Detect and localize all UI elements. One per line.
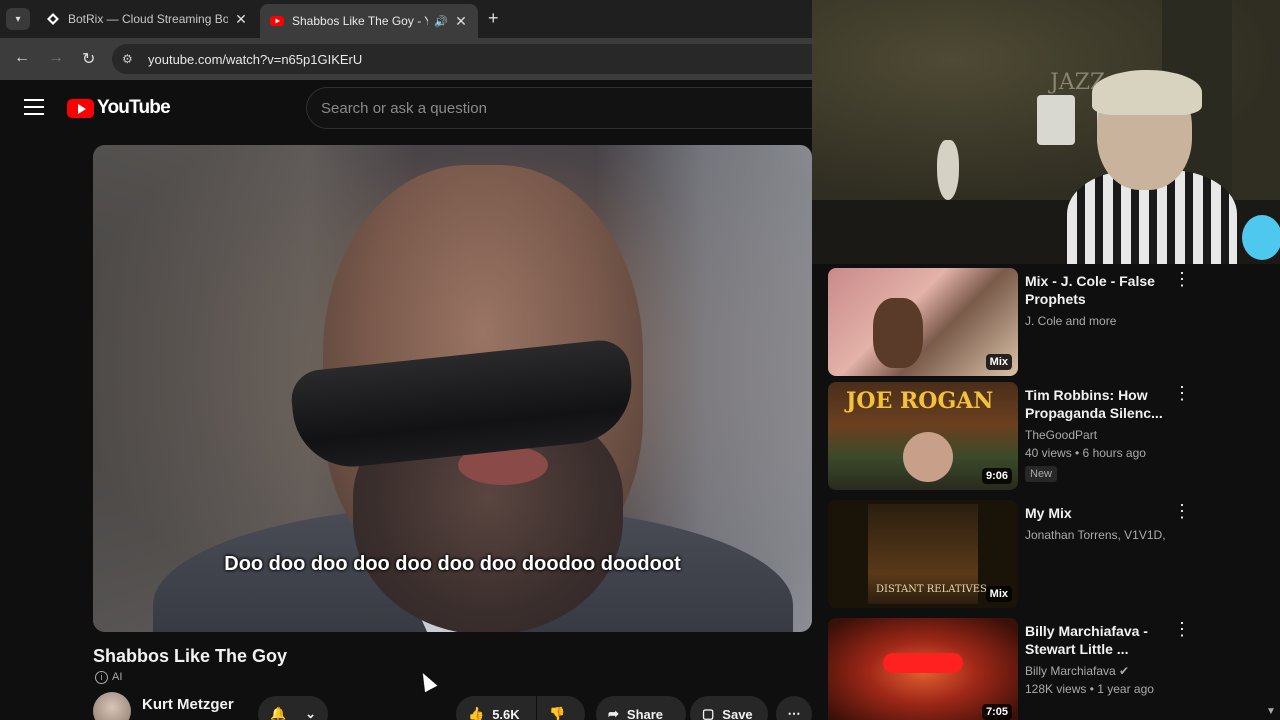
more-actions-button[interactable]: ⋯ [776,696,812,720]
mouse-cursor-icon [416,669,438,693]
video-thumbnail[interactable]: 7:05 [828,618,1018,720]
dislike-button[interactable]: 👎 [537,696,585,720]
video-title[interactable]: Tim Robbins: How Propaganda Silenc... [1025,386,1170,422]
video-title[interactable]: My Mix [1025,504,1170,522]
list-item[interactable]: Mix Mix - J. Cole - False Prophets J. Co… [828,268,1268,378]
bookmark-icon: ▢ [702,706,715,720]
recommendations-list: Mix Mix - J. Cole - False Prophets J. Co… [812,264,1280,720]
logo-text: YouTube [97,97,171,118]
forward-icon[interactable]: → [48,49,64,67]
guitar [937,140,959,200]
more-vert-icon[interactable]: ⋮ [1173,620,1191,638]
video-title: Shabbos Like The Goy [93,646,288,666]
duration-badge: 7:05 [981,704,1012,720]
tab-title: BotRix — Cloud Streaming Bot [68,12,228,26]
new-badge: New [1025,466,1058,482]
address-toolbar: ← → ↻ ⚙ youtube.com/watch?v=n65p1GIKErU [0,38,812,80]
save-button[interactable]: ▢ Save [690,696,768,720]
lamp [1242,215,1280,260]
bell-icon: 🔔 [270,706,287,720]
streamer [1067,40,1237,264]
tab-search-button[interactable]: ▾ [6,8,30,30]
view-stats: 128K views • 1 year ago [1025,682,1154,696]
youtube-header: YouTube Search or ask a question [0,80,812,138]
mix-badge: Mix [985,586,1012,602]
channel-avatar[interactable] [93,692,131,720]
webcam-overlay: JAZZ [812,0,1280,264]
speaker-icon[interactable]: 🔊 [434,15,448,28]
duration-badge: 9:06 [981,468,1012,484]
list-item[interactable]: JOE ROGAN 9:06 Tim Robbins: How Propagan… [828,382,1268,492]
video-thumbnail[interactable]: Mix [828,268,1018,376]
back-icon[interactable]: ← [14,49,30,67]
video-caption: Doo doo doo doo doo doo doo doodoo doodo… [224,553,681,575]
ai-label[interactable]: i AI [95,669,122,685]
share-button[interactable]: ➦ Share [596,696,686,720]
scroll-down-icon[interactable]: ▼ [1266,706,1276,717]
tab-youtube[interactable]: Shabbos Like The Goy - You 🔊 ✕ [260,4,478,38]
info-icon: i [95,670,108,684]
video-thumbnail[interactable]: DISTANT RELATIVES Mix [828,500,1018,608]
share-icon: ➦ [608,706,619,720]
youtube-logo[interactable]: YouTube [67,97,171,119]
video-thumbnail[interactable]: JOE ROGAN 9:06 [828,382,1018,490]
video-player[interactable]: Doo doo doo doo doo doo doo doodoo doodo… [93,145,812,632]
omnibox[interactable]: ⚙ youtube.com/watch?v=n65p1GIKErU [112,44,812,74]
thumbs-up-icon: 👍 [468,706,485,720]
new-tab-button[interactable]: + [488,8,499,29]
search-input[interactable]: Search or ask a question [306,87,812,129]
like-button[interactable]: 👍 5.6K [456,696,536,720]
like-count: 5.6K [492,706,520,720]
list-item[interactable]: DISTANT RELATIVES Mix My Mix Jonathan To… [828,500,1268,610]
close-tab-icon[interactable]: ✕ [454,13,468,30]
verified-icon: ✔ [1119,664,1130,678]
reload-icon[interactable]: ↻ [82,49,95,69]
chevron-down-icon: ⌄ [305,706,316,720]
channel-name[interactable]: J. Cole and more [1025,314,1170,328]
cap [1092,70,1202,115]
thumbs-down-icon: 👎 [549,706,566,720]
subscribe-bell-button[interactable]: 🔔 ⌄ [258,696,328,720]
botrix-favicon-icon [47,13,59,25]
channel-name[interactable]: Billy Marchiafava ✔ [1025,664,1170,678]
menu-icon[interactable] [24,99,44,115]
mix-badge: Mix [985,354,1012,370]
channel-name[interactable]: Kurt Metzger [142,696,234,713]
view-stats: 40 views • 6 hours ago [1025,446,1146,460]
more-vert-icon[interactable]: ⋮ [1173,270,1191,288]
tab-botrix[interactable]: BotRix — Cloud Streaming Bot ✕ [36,4,258,34]
browser-tab-bar: ▾ BotRix — Cloud Streaming Bot ✕ Shabbos… [0,0,812,38]
youtube-play-icon [67,98,94,118]
video-title[interactable]: Billy Marchiafava - Stewart Little ... [1025,622,1170,658]
site-info-icon[interactable]: ⚙ [122,52,138,66]
more-vert-icon[interactable]: ⋮ [1173,502,1191,520]
url-text: youtube.com/watch?v=n65p1GIKErU [148,51,363,67]
more-vert-icon[interactable]: ⋮ [1173,384,1191,402]
video-title[interactable]: Mix - J. Cole - False Prophets [1025,272,1170,308]
channel-name[interactable]: Jonathan Torrens, V1V1D, ... [1025,528,1170,542]
more-icon: ⋯ [787,706,801,720]
list-item[interactable]: 7:05 Billy Marchiafava - Stewart Little … [828,618,1268,720]
tab-title: Shabbos Like The Goy - You [292,14,428,28]
channel-name[interactable]: TheGoodPart [1025,428,1170,442]
close-tab-icon[interactable]: ✕ [234,11,248,28]
youtube-favicon-icon [270,16,284,26]
